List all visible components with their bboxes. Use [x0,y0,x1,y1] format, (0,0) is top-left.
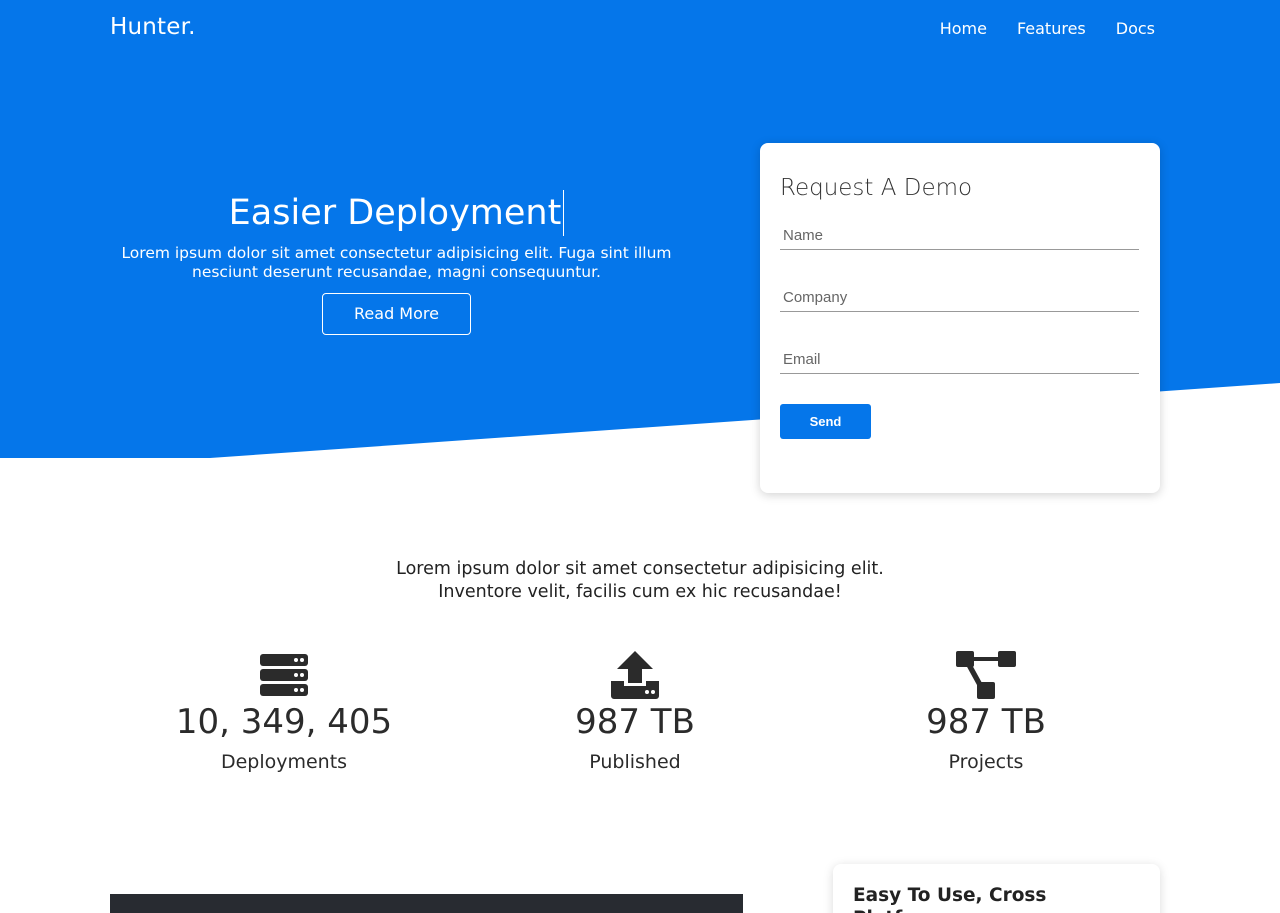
stat-value: 987 TB [926,702,1046,742]
server-icon [110,650,458,700]
stat-projects: 987 TB Projects [812,650,1160,774]
name-field[interactable] [780,219,1139,250]
stat-value: 10, 349, 405 [175,702,393,742]
company-field[interactable] [780,281,1139,312]
logo[interactable]: Hunter. [110,14,196,40]
dark-panel [110,894,743,913]
nav-link-features[interactable]: Features [1017,19,1086,38]
nav-link-home[interactable]: Home [940,19,987,38]
upload-icon [461,650,809,700]
nav-links: Home Features Docs [940,19,1155,38]
stat-deployments: 10, 349, 405 Deployments [110,650,458,774]
feature-card-title: Easy To Use, Cross Platform [853,885,1047,913]
project-diagram-icon [812,650,1160,700]
intro-text: Lorem ipsum dolor sit amet consectetur a… [396,559,884,602]
read-more-button[interactable]: Read More [322,293,471,335]
navbar: Hunter. Home Features Docs [0,0,1280,60]
request-demo-title: Request A Demo [780,175,973,201]
stat-label: Published [589,751,681,773]
stat-published: 987 TB Published [461,650,809,774]
hero-section: Easier Deployment Lorem ipsum dolor sit … [110,190,683,335]
stat-label: Projects [948,751,1024,773]
feature-card: Easy To Use, Cross Platform [833,864,1160,913]
send-button[interactable]: Send [780,404,871,439]
request-demo-card: Request A Demo Send [760,143,1160,493]
email-field[interactable] [780,343,1139,374]
stats-row: 10, 349, 405 Deployments 987 TB Publishe… [110,650,1160,774]
hero-description: Lorem ipsum dolor sit amet consectetur a… [121,244,672,281]
stat-label: Deployments [220,751,348,773]
nav-link-docs[interactable]: Docs [1116,19,1155,38]
stat-value: 987 TB [575,702,695,742]
hero-title: Easier Deployment [229,190,565,236]
